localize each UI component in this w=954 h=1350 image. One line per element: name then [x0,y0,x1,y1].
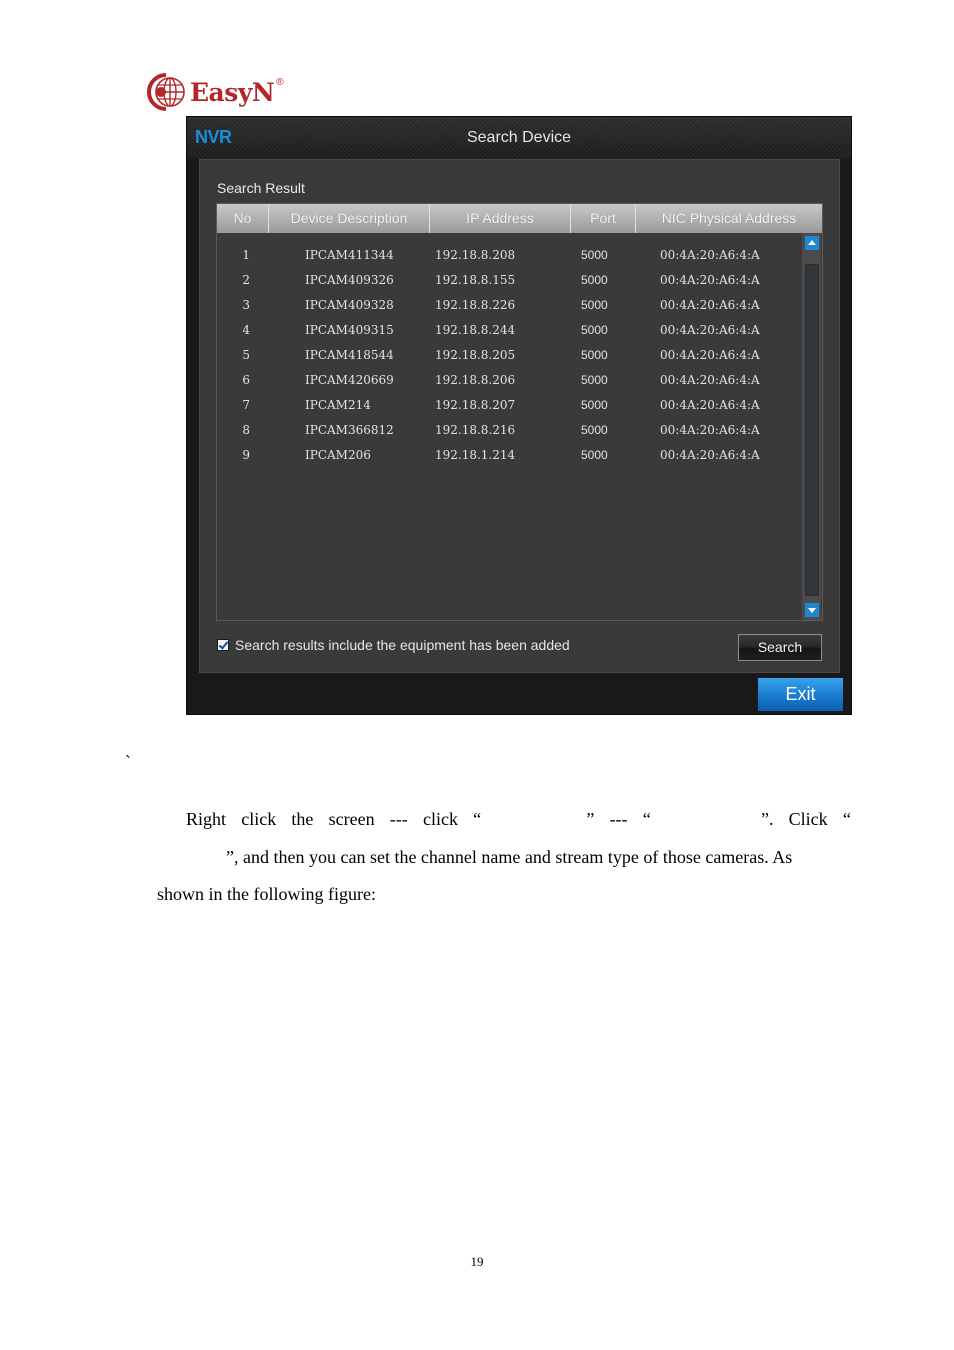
cell-port: 5000 [581,272,608,287]
table-row[interactable]: 4 IPCAM409315 192.18.8.244 5000 00:4A:20… [217,317,802,342]
cell-device-description: IPCAM418544 [305,347,394,362]
close-quote: ” [586,809,595,829]
word: click [422,809,458,829]
cell-no: 7 [242,397,250,412]
exit-button[interactable]: Exit [758,678,843,711]
table-body: 1 IPCAM411344 192.18.8.208 5000 00:4A:20… [217,233,802,620]
table-row[interactable]: 3 IPCAM409328 192.18.8.226 5000 00:4A:20… [217,292,802,317]
logo-brand-text: EasyN [190,77,275,107]
cell-nic-address: 00:4A:20:A6:4:A [660,422,760,437]
cell-device-description: IPCAM409328 [305,297,394,312]
open-quote: “ [642,809,651,829]
cell-ip-address: 192.18.8.206 [435,372,516,387]
cell-device-description: IPCAM206 [305,447,371,462]
cell-device-description: IPCAM420669 [305,372,394,387]
cell-device-description: IPCAM214 [305,397,371,412]
cell-no: 9 [242,447,250,462]
cell-nic-address: 00:4A:20:A6:4:A [660,272,760,287]
cell-port: 5000 [581,247,608,262]
cell-ip-address: 192.18.8.208 [435,247,516,262]
table-row[interactable]: 8 IPCAM366812 192.18.8.216 5000 00:4A:20… [217,417,802,442]
cell-no: 5 [242,347,250,362]
search-result-panel: Search Result No Device Description IP A… [199,159,840,673]
table-row[interactable]: 2 IPCAM409326 192.18.8.155 5000 00:4A:20… [217,267,802,292]
table-row[interactable]: 9 IPCAM206 192.18.1.214 5000 00:4A:20:A6… [217,442,802,467]
word: --- [609,809,628,829]
cell-ip-address: 192.18.8.155 [435,272,516,287]
cell-ip-address: 192.18.8.207 [435,397,516,412]
cell-nic-address: 00:4A:20:A6:4:A [660,247,760,262]
window-title: Search Device [466,129,572,146]
cell-nic-address: 00:4A:20:A6:4:A [660,372,760,387]
cell-ip-address: 192.18.8.216 [435,422,516,437]
cell-no: 3 [242,297,250,312]
open-quote: “ [842,809,851,829]
window-titlebar: NVR Search Device [187,117,851,159]
cell-device-description: IPCAM366812 [305,422,394,437]
word: Right [186,809,227,829]
paragraph-line-1: Right click the screen --- click “ ” ---… [186,810,851,828]
scrollbar-track[interactable] [805,264,819,596]
cell-port: 5000 [581,322,608,337]
cell-no: 2 [242,272,250,287]
cell-port: 5000 [581,447,608,462]
include-added-checkbox[interactable] [217,639,229,651]
word: the [291,809,314,829]
column-header-nic-physical-address[interactable]: NIC Physical Address [636,204,822,233]
cell-ip-address: 192.18.8.226 [435,297,516,312]
cell-nic-address: 00:4A:20:A6:4:A [660,347,760,362]
table-row[interactable]: 5 IPCAM418544 192.18.8.205 5000 00:4A:20… [217,342,802,367]
table-header: No Device Description IP Address Port NI… [217,204,822,233]
cell-port: 5000 [581,372,608,387]
open-quote: “ [473,809,482,829]
cell-no: 1 [242,247,250,262]
cell-port: 5000 [581,297,608,312]
table-row[interactable]: 6 IPCAM420669 192.18.8.206 5000 00:4A:20… [217,367,802,392]
vertical-scrollbar[interactable] [802,233,821,620]
cell-device-description: IPCAM411344 [305,247,394,262]
cell-port: 5000 [581,397,608,412]
search-button[interactable]: Search [738,634,822,661]
search-device-window: NVR Search Device Search Result No Devic… [186,116,852,715]
cell-port: 5000 [581,347,608,362]
registered-mark: ® [276,76,284,88]
cell-nic-address: 00:4A:20:A6:4:A [660,397,760,412]
column-header-port[interactable]: Port [571,204,636,233]
scroll-down-arrow-icon[interactable] [805,603,819,617]
word: --- [389,809,408,829]
table-row[interactable]: 1 IPCAM411344 192.18.8.208 5000 00:4A:20… [217,242,802,267]
page-number: 19 [470,1254,484,1269]
globe-logo-icon [146,72,186,112]
include-added-option[interactable]: Search results include the equipment has… [217,637,570,653]
close-quote: ”. [760,809,774,829]
cell-device-description: IPCAM409326 [305,272,394,287]
word: Click [788,809,828,829]
cell-device-description: IPCAM409315 [305,322,394,337]
word: click [241,809,277,829]
paragraph-line-3: shown in the following figure: [157,884,376,904]
cell-nic-address: 00:4A:20:A6:4:A [660,297,760,312]
cell-no: 6 [242,372,250,387]
include-added-label[interactable]: Search results include the equipment has… [235,637,570,653]
column-header-no[interactable]: No [217,204,269,233]
cell-nic-address: 00:4A:20:A6:4:A [660,322,760,337]
cell-port: 5000 [581,422,608,437]
search-result-table: No Device Description IP Address Port NI… [216,203,823,621]
table-row[interactable]: 7 IPCAM214 192.18.8.207 5000 00:4A:20:A6… [217,392,802,417]
cell-nic-address: 00:4A:20:A6:4:A [660,447,760,462]
cell-no: 4 [242,322,250,337]
column-header-device-description[interactable]: Device Description [269,204,430,233]
scroll-up-arrow-icon[interactable] [805,236,819,250]
cell-ip-address: 192.18.8.244 [435,322,516,337]
column-header-ip-address[interactable]: IP Address [430,204,571,233]
word: screen [328,809,375,829]
stray-mark: ` [125,752,131,772]
paragraph-line-2: ”, and then you can set the channel name… [226,847,793,867]
search-result-label: Search Result [217,180,305,196]
cell-ip-address: 192.18.1.214 [435,447,516,462]
easyn-logo: EasyN ® [146,70,284,114]
cell-ip-address: 192.18.8.205 [435,347,516,362]
cell-no: 8 [242,422,250,437]
